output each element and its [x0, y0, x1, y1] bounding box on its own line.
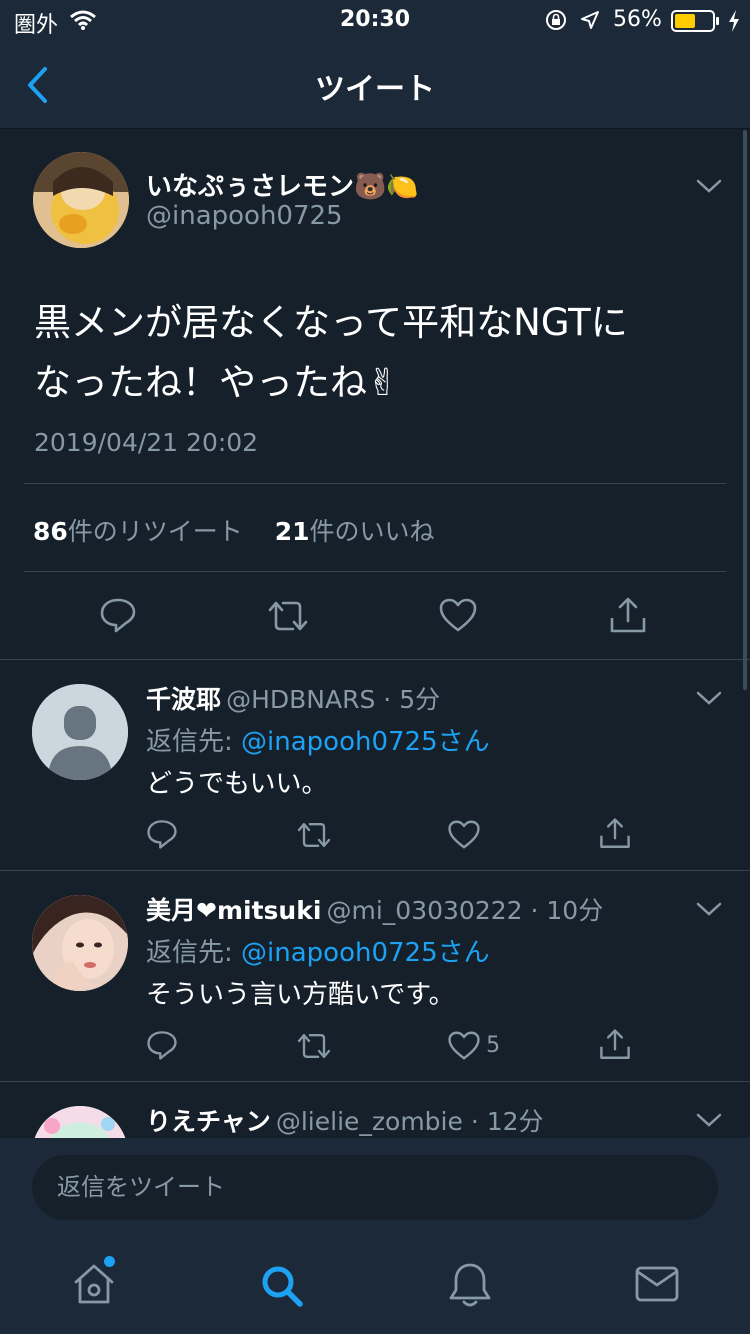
chevron-down-icon	[696, 1112, 722, 1128]
reply-handle-time[interactable]: @lielie_zombie · 12分	[276, 1107, 544, 1136]
reply-options-button[interactable]	[696, 690, 722, 706]
reply-avatar[interactable]	[32, 895, 128, 991]
like-button[interactable]	[438, 597, 478, 633]
status-bar: 圏外 20:30 56%	[0, 0, 750, 42]
chevron-down-icon	[696, 178, 722, 194]
comment-icon	[146, 1029, 178, 1061]
reply-display-name[interactable]: 千波耶	[146, 685, 221, 714]
reply-to-mention[interactable]: @inapooh0725さん	[241, 938, 490, 968]
chevron-down-icon	[696, 690, 722, 706]
divider	[24, 483, 726, 484]
reply-button[interactable]	[146, 1029, 178, 1061]
retweet-button[interactable]	[296, 820, 332, 850]
search-icon	[258, 1262, 306, 1310]
reply-to-line: 返信先: @inapooh0725さん	[146, 932, 490, 969]
bell-icon	[446, 1260, 494, 1310]
retweet-label: 件のリツイート	[67, 517, 243, 546]
nav-header: ツイート	[0, 42, 750, 129]
like-stat[interactable]: 21件のいいね	[275, 517, 435, 546]
carrier-label: 圏外	[14, 13, 59, 38]
reply-to-prefix: 返信先:	[146, 938, 242, 968]
reply-handle-time[interactable]: @HDBNARS · 5分	[226, 685, 440, 714]
reply-header: りえチャン @lielie_zombie · 12分	[146, 1102, 544, 1138]
reply-options-button[interactable]	[696, 1112, 722, 1128]
reply-header: 美月❤mitsuki @mi_03030222 · 10分	[146, 891, 603, 927]
tweet-stats: 86件のリツイート 21件のいいね	[33, 512, 435, 548]
home-icon	[70, 1260, 120, 1310]
retweet-stat[interactable]: 86件のリツイート	[33, 517, 251, 546]
scrollbar[interactable]	[743, 130, 747, 690]
retweet-count: 86	[33, 517, 68, 546]
chevron-down-icon	[696, 901, 722, 917]
clock-label: 20:30	[340, 7, 411, 32]
notification-badge	[104, 1256, 115, 1267]
like-button[interactable]	[447, 819, 481, 850]
reply-to-mention[interactable]: @inapooh0725さん	[241, 727, 490, 757]
retweet-button[interactable]	[267, 598, 309, 634]
share-button[interactable]	[608, 596, 648, 636]
like-button[interactable]: 5	[447, 1030, 500, 1061]
divider	[0, 1081, 750, 1082]
reply-to-line: 返信先: @inapooh0725さん	[146, 721, 490, 758]
tweet-options-button[interactable]	[696, 178, 722, 194]
heart-icon	[438, 597, 478, 633]
orientation-lock-icon	[545, 9, 567, 31]
reply-header: 千波耶 @HDBNARS · 5分	[146, 680, 440, 716]
reply-display-name[interactable]: りえチャン	[146, 1107, 271, 1136]
tab-home[interactable]	[70, 1256, 120, 1310]
tweet-text-line: なったね！やったね✌	[34, 361, 399, 404]
retweet-icon	[296, 1031, 332, 1061]
reply-to-prefix: 返信先:	[146, 727, 242, 757]
comment-icon	[99, 596, 137, 634]
reply-input[interactable]: 返信をツイート	[32, 1155, 718, 1220]
reply-button[interactable]	[146, 818, 178, 850]
heart-icon	[447, 1030, 481, 1061]
reply-text: そういう言い方酷いです。	[146, 980, 455, 1010]
retweet-icon	[267, 598, 309, 634]
heart-icon	[447, 819, 481, 850]
reply-display-name[interactable]: 美月❤mitsuki	[146, 896, 321, 925]
author-avatar[interactable]	[33, 152, 129, 248]
divider	[24, 571, 726, 572]
divider	[0, 659, 750, 660]
battery-percent: 56%	[613, 7, 662, 32]
wifi-icon	[70, 10, 96, 30]
share-icon	[598, 1028, 632, 1062]
like-count: 21	[274, 517, 310, 546]
author-handle[interactable]: @inapooh0725	[146, 201, 343, 231]
share-button[interactable]	[598, 817, 632, 851]
charging-bolt-icon	[728, 10, 740, 32]
envelope-icon	[634, 1264, 680, 1304]
reply-handle-time[interactable]: @mi_03030222 · 10分	[327, 896, 604, 925]
tab-bar	[0, 1238, 750, 1334]
retweet-button[interactable]	[296, 1031, 332, 1061]
reply-avatar[interactable]	[32, 684, 128, 780]
battery-icon	[671, 9, 721, 33]
page-title: ツイート	[315, 72, 435, 107]
share-button[interactable]	[598, 1028, 632, 1062]
like-count: 5	[486, 1033, 501, 1058]
reply-text: どうでもいい。	[146, 769, 328, 799]
tab-messages[interactable]	[634, 1264, 680, 1304]
tweet-text-line: 黒メンが居なくなって平和なNGTに	[34, 301, 628, 344]
comment-icon	[146, 818, 178, 850]
tab-search[interactable]	[258, 1262, 306, 1310]
author-display-name[interactable]: いなぷぅさレモン🐻🍋	[146, 166, 419, 203]
share-icon	[608, 596, 648, 636]
like-label: 件のいいね	[309, 517, 435, 546]
tweet-timestamp: 2019/04/21 20:02	[34, 428, 259, 457]
location-arrow-icon	[580, 10, 600, 30]
reply-options-button[interactable]	[696, 901, 722, 917]
retweet-icon	[296, 820, 332, 850]
divider	[0, 870, 750, 871]
tab-notifications[interactable]	[446, 1260, 494, 1310]
share-icon	[598, 817, 632, 851]
tweet-text: 黒メンが居なくなって平和なNGTに なったね！やったね✌	[34, 293, 628, 413]
reply-button[interactable]	[99, 596, 137, 634]
